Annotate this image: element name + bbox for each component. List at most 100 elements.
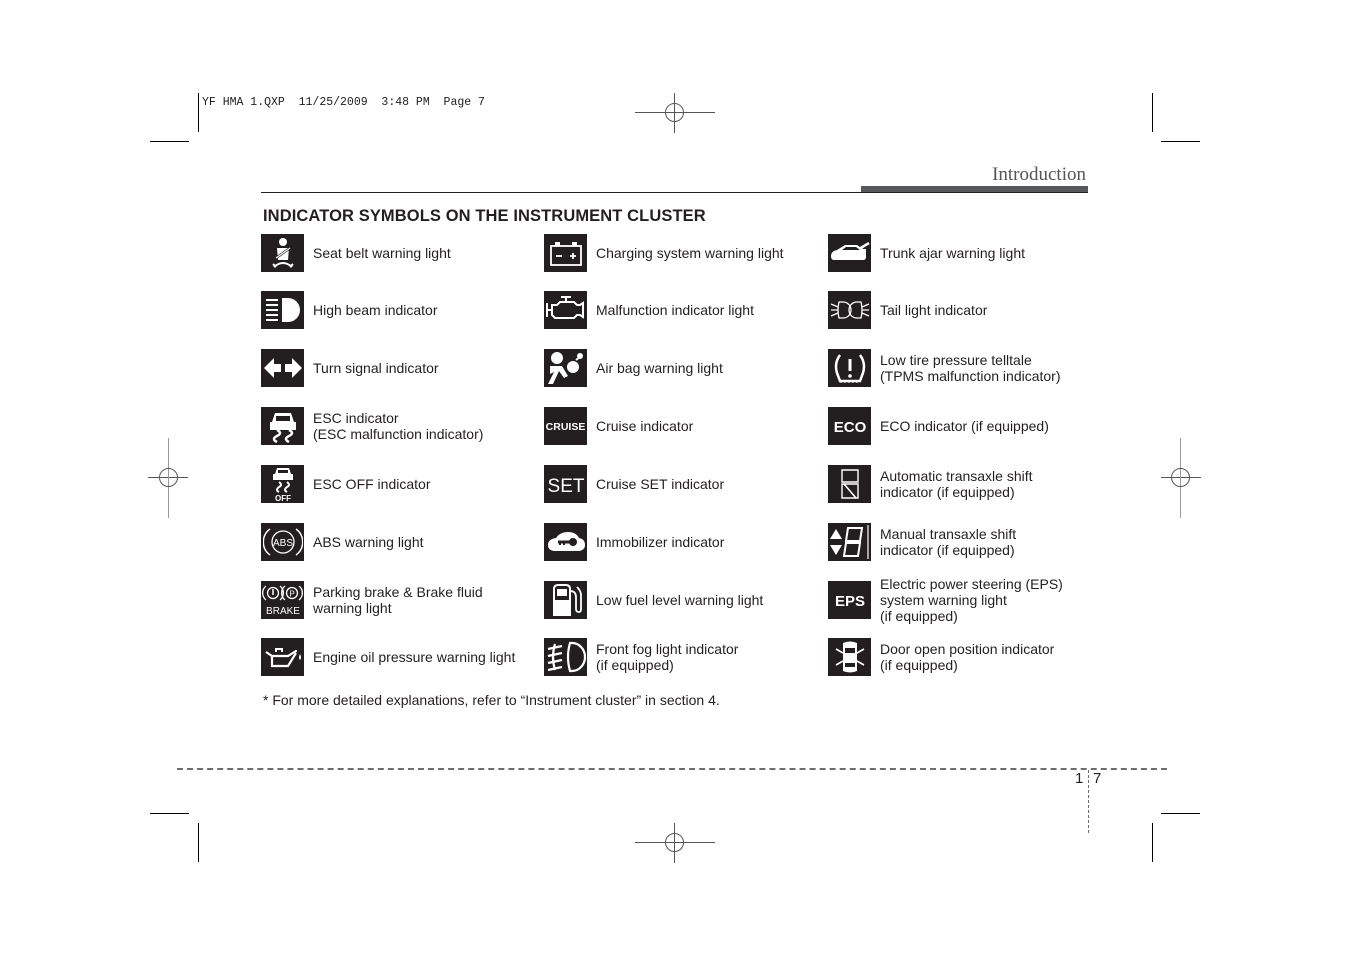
indicator-item: Automatic transaxle shift indicator (if … [828,465,1033,503]
indicator-label: ESC indicator (ESC malfunction indicator… [313,410,484,442]
fuel-pump-icon [544,581,587,619]
print-slug: YF HMA 1.QXP 11/25/2009 3:48 PM Page 7 [202,96,485,109]
immobilizer-icon [544,523,587,561]
set-icon: SET [544,465,587,503]
indicator-label: Malfunction indicator light [596,302,754,318]
crop-mark [1161,813,1200,814]
indicator-item: Immobilizer indicator [544,523,724,561]
svg-text:P: P [289,590,294,599]
esc-off-icon: OFF [261,465,304,503]
indicator-label: Front fog light indicator (if equipped) [596,641,739,673]
indicator-label: Manual transaxle shift indicator (if equ… [880,526,1017,558]
door-open-icon [828,638,871,676]
indicator-item: Manual transaxle shift indicator (if equ… [828,523,1016,561]
indicator-item: Front fog light indicator (if equipped) [544,638,738,676]
crop-mark [1161,141,1200,142]
crop-mark [150,813,189,814]
indicator-label: Low tire pressure telltale (TPMS malfunc… [880,352,1061,384]
section-number: 1 [1075,770,1084,787]
page-heading: INDICATOR SYMBOLS ON THE INSTRUMENT CLUS… [263,207,706,225]
indicator-label: Low fuel level warning light [596,592,764,608]
icon-text: ABS [272,538,292,549]
airbag-icon [544,349,587,387]
indicator-item: SET Cruise SET indicator [544,465,724,503]
eps-icon: EPS [828,581,871,619]
battery-icon [544,234,587,272]
brake-icon: P BRAKE [261,581,304,619]
indicator-label: ECO indicator (if equipped) [880,418,1049,434]
trunk-open-icon [828,234,871,272]
icon-text: CRUISE [546,421,586,433]
indicator-item: Low tire pressure telltale (TPMS malfunc… [828,349,1061,387]
header-rule-bar [861,186,1088,192]
abs-icon: ABS [261,523,304,561]
registration-mark-right [1161,438,1201,518]
crop-mark [198,823,199,862]
indicator-item: EPS Electric power steering (EPS) system … [828,576,1063,624]
indicator-label: Air bag warning light [596,360,723,376]
indicator-item: Low fuel level warning light [544,581,763,619]
indicator-label: Automatic transaxle shift indicator (if … [880,468,1033,500]
indicator-item: Door open position indicator (if equippe… [828,638,1054,676]
indicator-item: CRUISE Cruise indicator [544,407,693,445]
header-rule [261,192,1088,193]
page-number: 7 [1093,770,1102,787]
indicator-label: Cruise indicator [596,418,694,434]
high-beam-icon [261,291,304,329]
indicator-label: Engine oil pressure warning light [313,649,516,665]
turn-signal-icon [261,349,304,387]
icon-text: OFF [275,494,291,502]
crop-mark [198,93,199,132]
indicator-item: ESC indicator (ESC malfunction indicator… [261,407,483,445]
indicator-item: Turn signal indicator [261,349,439,387]
indicator-label: Cruise SET indicator [596,476,725,492]
indicator-label: ESC OFF indicator [313,476,431,492]
eco-icon: ECO [828,407,871,445]
icon-text: EPS [834,593,864,610]
crop-mark [150,141,189,142]
indicator-label: Immobilizer indicator [596,534,725,550]
indicator-item: P BRAKE Parking brake & Brake fluid warnin… [261,581,483,619]
icon-text: BRAKE [266,606,300,617]
indicator-label: Seat belt warning light [313,245,451,261]
crop-mark [1152,93,1153,132]
tire-pressure-icon [828,349,871,387]
indicator-label: ABS warning light [313,534,424,550]
tail-light-icon [828,291,871,329]
indicator-item: Seat belt warning light [261,234,451,272]
indicator-item: Tail light indicator [828,291,987,329]
indicator-label: High beam indicator [313,302,438,318]
auto-shift-icon [828,465,871,503]
footnote: * For more detailed explanations, refer … [263,692,720,708]
indicator-item: ECO ECO indicator (if equipped) [828,407,1049,445]
registration-mark-top [635,93,715,133]
indicator-item: Charging system warning light [544,234,784,272]
indicator-label: Charging system warning light [596,245,784,261]
indicator-item: High beam indicator [261,291,438,329]
indicator-item: Air bag warning light [544,349,723,387]
indicator-label: Tail light indicator [880,302,988,318]
icon-text: SET [547,476,584,497]
registration-mark-left [148,438,188,518]
front-fog-icon [544,638,587,676]
indicator-item: Trunk ajar warning light [828,234,1025,272]
indicator-item: OFF ESC OFF indicator [261,465,430,503]
manual-shift-icon [828,523,871,561]
indicator-item: Malfunction indicator light [544,291,754,329]
page-divider [1088,770,1089,833]
indicator-label: Trunk ajar warning light [880,245,1025,261]
indicator-label: Electric power steering (EPS) system war… [880,576,1063,624]
indicator-label: Parking brake & Brake fluid warning ligh… [313,584,483,616]
indicator-label: Turn signal indicator [313,360,439,376]
seat-belt-icon [261,234,304,272]
oil-can-icon [261,638,304,676]
footer-rule [177,768,1167,770]
cruise-icon: CRUISE [544,407,587,445]
indicator-item: ABS ABS warning light [261,523,424,561]
esc-icon [261,407,304,445]
registration-mark-bottom [635,823,715,863]
indicator-label: Door open position indicator (if equippe… [880,641,1055,673]
crop-mark [1152,823,1153,862]
section-title: Introduction [992,164,1086,185]
icon-text: ECO [833,419,866,436]
